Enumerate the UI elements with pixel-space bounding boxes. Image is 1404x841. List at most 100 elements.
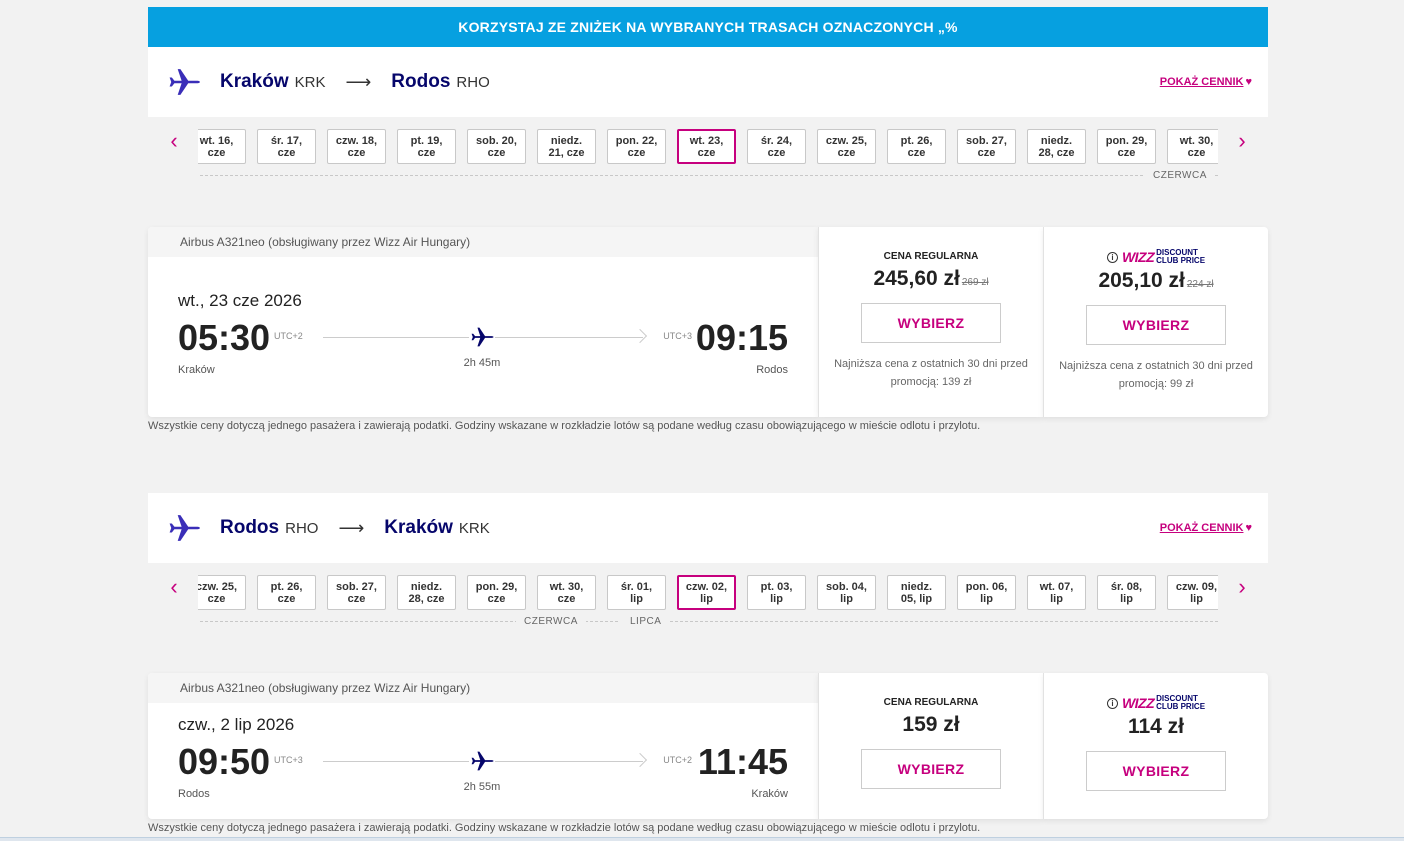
date-option-month: cze bbox=[837, 147, 856, 159]
show-price-list-link[interactable]: POKAŻ CENNIK ♥ bbox=[1160, 76, 1252, 88]
date-option[interactable]: wt. 07, lip bbox=[1027, 575, 1086, 610]
destination-code: KRK bbox=[458, 519, 490, 537]
date-option-day: wt. 07, bbox=[1039, 581, 1074, 593]
date-option[interactable]: sob. 04, lip bbox=[817, 575, 876, 610]
airplane-icon bbox=[169, 515, 200, 541]
chevron-down-icon: ♥ bbox=[1245, 522, 1252, 534]
date-option-day: niedz. bbox=[550, 135, 583, 147]
prev-dates-button[interactable]: ‹ bbox=[164, 128, 184, 153]
date-option[interactable]: sob. 20, cze bbox=[467, 129, 526, 164]
inbound-flight-card: Airbus A321neo (obsługiwany przez Wizz A… bbox=[148, 673, 1268, 819]
next-dates-button[interactable]: › bbox=[1232, 128, 1252, 153]
date-option-month: 21, cze bbox=[548, 147, 585, 159]
date-option-day: pt. 26, bbox=[270, 581, 303, 593]
date-option[interactable]: niedz. 28, cze bbox=[397, 575, 456, 610]
wizz-discount-club-logo: WIZZ DISCOUNT CLUB PRICE bbox=[1121, 695, 1205, 712]
departure-time: 09:50 bbox=[178, 741, 271, 782]
date-option-day: śr. 24, bbox=[760, 135, 793, 147]
date-option[interactable]: pt. 26, cze bbox=[887, 129, 946, 164]
flight-date: czw., 2 lip 2026 bbox=[178, 715, 295, 734]
regular-fare-label: CENA REGULARNA bbox=[883, 251, 979, 262]
date-option-month: cze bbox=[277, 593, 296, 605]
date-option-month: cze bbox=[487, 593, 506, 605]
arrival-utc: UTC+2 bbox=[663, 755, 692, 765]
regular-fare-note: Najniższa cena z ostatnich 30 dni przed … bbox=[834, 358, 1028, 388]
date-option[interactable]: wt. 16, cze bbox=[198, 129, 246, 164]
club-fare: i WIZZ DISCOUNT CLUB PRICE 205,10 zł 224 z… bbox=[1043, 227, 1268, 417]
month-label: CZERWCA bbox=[1145, 170, 1215, 181]
date-option-day: czw. 25, bbox=[825, 135, 868, 147]
club-price-value: 205,10 zł bbox=[1098, 269, 1185, 292]
info-icon[interactable]: i bbox=[1106, 251, 1118, 263]
select-club-fare-button[interactable]: WYBIERZ bbox=[1086, 305, 1226, 345]
date-option[interactable]: czw. 25, cze bbox=[198, 575, 246, 610]
origin-city: Kraków bbox=[220, 71, 289, 92]
route-arrow-icon: ⟶ bbox=[338, 517, 365, 538]
club-old-price: 224 zł bbox=[1186, 279, 1214, 290]
select-regular-fare-button[interactable]: WYBIERZ bbox=[861, 303, 1001, 343]
next-dates-button[interactable]: › bbox=[1232, 574, 1252, 599]
date-option[interactable]: śr. 01, lip bbox=[607, 575, 666, 610]
prev-dates-button[interactable]: ‹ bbox=[164, 574, 184, 599]
inbound-route-header: Rodos RHO ⟶ Kraków KRK POKAŻ CENNIK ♥ bbox=[148, 493, 1268, 563]
regular-fare-label: CENA REGULARNA bbox=[883, 697, 979, 708]
date-option-day: śr. 08, bbox=[1110, 581, 1143, 593]
date-option[interactable]: pon. 06, lip bbox=[957, 575, 1016, 610]
date-option-day: niedz. bbox=[410, 581, 443, 593]
date-option[interactable]: wt. 23, cze bbox=[677, 129, 736, 164]
departure-utc: UTC+2 bbox=[274, 331, 303, 341]
date-option[interactable]: czw. 25, cze bbox=[817, 129, 876, 164]
date-option-month: 28, cze bbox=[1038, 147, 1075, 159]
info-icon[interactable]: i bbox=[1106, 697, 1118, 709]
arrival-utc: UTC+3 bbox=[663, 331, 692, 341]
arrival-time: 11:45 bbox=[697, 741, 788, 782]
date-option[interactable]: pt. 26, cze bbox=[257, 575, 316, 610]
date-option[interactable]: sob. 27, cze bbox=[327, 575, 386, 610]
date-option-day: sob. 20, bbox=[476, 135, 517, 147]
date-option-day: czw. 02, bbox=[685, 581, 728, 593]
date-option-day: niedz. bbox=[1040, 135, 1073, 147]
inbound-date-strip: ‹ czw. 25, cze pt. 26, cze sob. 27, cze niedz.… bbox=[148, 563, 1268, 633]
date-option[interactable]: niedz. 28, cze bbox=[1027, 129, 1086, 164]
flight-duration: 2h 45m bbox=[463, 357, 501, 369]
airplane-icon bbox=[469, 324, 495, 350]
month-label: LIPCA bbox=[622, 616, 670, 627]
date-option[interactable]: śr. 24, cze bbox=[747, 129, 806, 164]
promo-banner: KORZYSTAJ ZE ZNIŻEK NA WYBRANYCH TRASACH… bbox=[148, 7, 1268, 47]
promo-banner-text: KORZYSTAJ ZE ZNIŻEK NA WYBRANYCH TRASACH… bbox=[458, 19, 958, 35]
date-option[interactable]: pon. 29, cze bbox=[1097, 129, 1156, 164]
club-logo-wizz: WIZZ bbox=[1121, 695, 1155, 711]
date-option[interactable]: pt. 03, lip bbox=[747, 575, 806, 610]
date-option[interactable]: niedz. 05, lip bbox=[887, 575, 946, 610]
select-club-fare-button[interactable]: WYBIERZ bbox=[1086, 751, 1226, 791]
regular-price-value: 245,60 zł bbox=[873, 267, 960, 290]
club-fare-price: 205,10 zł 224 zł bbox=[1044, 269, 1268, 293]
date-option[interactable]: śr. 08, lip bbox=[1097, 575, 1156, 610]
date-option[interactable]: sob. 27, cze bbox=[957, 129, 1016, 164]
outbound-route-header: Kraków KRK ⟶ Rodos RHO POKAŻ CENNIK ♥ bbox=[148, 47, 1268, 117]
inbound-month-bar: CZERWCA · · | · · LIPCA bbox=[200, 616, 1218, 633]
date-option[interactable]: czw. 09, lip bbox=[1167, 575, 1218, 610]
date-option-month: cze bbox=[557, 593, 576, 605]
date-option[interactable]: niedz. 21, cze bbox=[537, 129, 596, 164]
arrival-city: Kraków bbox=[751, 788, 788, 800]
select-regular-fare-button[interactable]: WYBIERZ bbox=[861, 749, 1001, 789]
date-option-month: cze bbox=[1187, 147, 1206, 159]
outbound-flight-card: Airbus A321neo (obsługiwany przez Wizz A… bbox=[148, 227, 1268, 417]
date-option[interactable]: czw. 18, cze bbox=[327, 129, 386, 164]
date-option[interactable]: pon. 22, cze bbox=[607, 129, 666, 164]
date-option-day: sob. 27, bbox=[966, 135, 1007, 147]
date-option[interactable]: śr. 17, cze bbox=[257, 129, 316, 164]
date-option[interactable]: wt. 30, cze bbox=[1167, 129, 1218, 164]
date-option[interactable]: czw. 02, lip bbox=[677, 575, 736, 610]
outbound-flight-details: Airbus A321neo (obsługiwany przez Wizz A… bbox=[148, 227, 818, 417]
airplane-icon bbox=[169, 69, 200, 95]
date-option-day: sob. 27, bbox=[336, 581, 377, 593]
departure-city: Kraków bbox=[178, 364, 215, 376]
club-logo-text: DISCOUNT CLUB PRICE bbox=[1156, 695, 1205, 711]
date-option[interactable]: pt. 19, cze bbox=[397, 129, 456, 164]
date-option[interactable]: wt. 30, cze bbox=[537, 575, 596, 610]
date-option[interactable]: pon. 29, cze bbox=[467, 575, 526, 610]
show-price-list-link[interactable]: POKAŻ CENNIK ♥ bbox=[1160, 522, 1252, 534]
date-option-day: pt. 19, bbox=[410, 135, 443, 147]
